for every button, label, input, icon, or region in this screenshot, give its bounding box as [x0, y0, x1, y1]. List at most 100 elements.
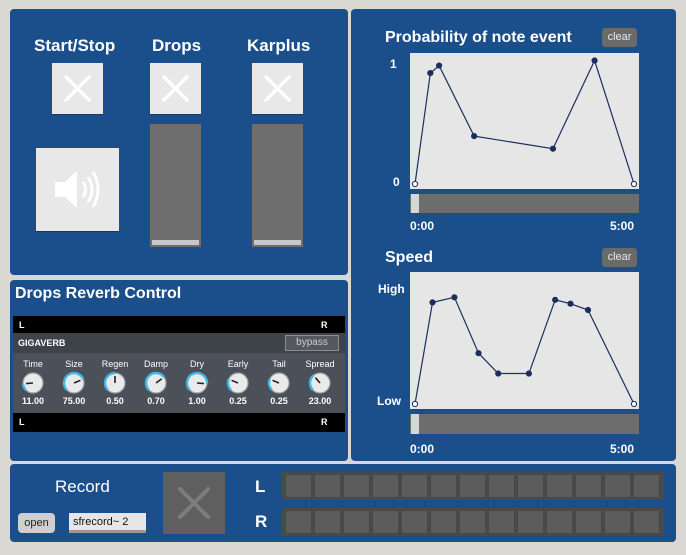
probability-breakpoint-editor[interactable]	[410, 53, 639, 189]
reverb-dial-knob[interactable]	[143, 370, 169, 396]
meter-segment	[459, 474, 486, 498]
meter-segment	[517, 474, 544, 498]
probability-x-end: 5:00	[610, 219, 635, 233]
breakpoint[interactable]	[552, 296, 559, 303]
dial-value: 0.25	[229, 396, 247, 406]
breakpoint[interactable]	[549, 145, 557, 152]
probability-y-bottom: 0	[393, 175, 400, 189]
meter-segment	[430, 510, 457, 534]
dial-value: 0.50	[106, 396, 124, 406]
reverb-dial-knob[interactable]	[225, 370, 251, 396]
meter-right-label: R	[255, 512, 268, 531]
breakpoint[interactable]	[411, 180, 419, 188]
dial-label: Regen	[101, 359, 129, 369]
reverb-dial-knob[interactable]	[20, 370, 46, 396]
speed-clear-button[interactable]: clear	[602, 248, 637, 267]
breakpoint[interactable]	[451, 294, 458, 301]
breakpoint[interactable]	[525, 370, 532, 377]
dial-value: 23.00	[308, 396, 332, 406]
dial-value: 75.00	[62, 396, 86, 406]
meter-segment	[372, 510, 399, 534]
breakpoint[interactable]	[427, 70, 434, 77]
speaker-icon	[55, 171, 100, 208]
probability-clear-button[interactable]: clear	[602, 28, 637, 47]
meter-segment	[488, 510, 515, 534]
meter-segment	[633, 510, 660, 534]
dial-label: Size	[65, 359, 83, 369]
drops-toggle[interactable]	[150, 63, 201, 114]
gigaverb-name: GIGAVERB	[18, 338, 66, 348]
speed-x-end: 5:00	[610, 442, 635, 456]
input-right-label: R	[321, 320, 328, 330]
reverb-dial-knob[interactable]	[266, 370, 292, 396]
breakpoint[interactable]	[435, 62, 443, 69]
breakpoint[interactable]	[429, 299, 436, 306]
breakpoint[interactable]	[411, 400, 419, 408]
timeline-knob[interactable]	[411, 414, 419, 434]
record-toggle[interactable]	[163, 472, 225, 534]
open-button[interactable]: open	[18, 513, 55, 533]
meter-segment	[604, 474, 631, 498]
meter-segment	[314, 510, 341, 534]
reverb-title: Drops Reverb Control	[15, 285, 182, 302]
reverb-dial-knob[interactable]	[307, 370, 333, 396]
start-stop-toggle[interactable]	[52, 63, 103, 114]
speed-timeline-scrubber[interactable]	[410, 414, 639, 434]
dial-label: Spread	[305, 359, 335, 369]
gigaverb-dials: Time 11.00 Size 75.00 Regen 0.50 Damp 0.70 Dry 1.…	[13, 353, 345, 413]
reverb-dial-knob[interactable]	[184, 370, 210, 396]
reverb-input-strip	[13, 316, 345, 333]
probability-curve	[411, 57, 638, 188]
speed-breakpoint-editor[interactable]	[410, 272, 639, 409]
timeline-knob[interactable]	[411, 194, 419, 213]
breakpoint[interactable]	[591, 57, 598, 64]
breakpoint[interactable]	[630, 400, 638, 408]
probability-timeline-scrubber[interactable]	[410, 194, 639, 213]
start-stop-label: Start/Stop	[34, 36, 116, 55]
left-level-meter	[282, 472, 664, 500]
meter-segment	[401, 474, 428, 498]
breakpoint[interactable]	[567, 300, 574, 307]
x-icon	[162, 75, 189, 102]
speed-curve	[411, 294, 638, 408]
probability-x-start: 0:00	[410, 219, 435, 233]
dial-label: Early	[227, 359, 249, 369]
breakpoint[interactable]	[475, 350, 482, 357]
dial-label: Time	[23, 359, 43, 369]
meter-segment	[343, 474, 370, 498]
breakpoint[interactable]	[471, 133, 478, 140]
reverb-dial-knob[interactable]	[102, 370, 128, 396]
drops-slider[interactable]	[150, 124, 201, 247]
slider-thumb[interactable]	[152, 240, 199, 245]
probability-y-top: 1	[390, 57, 397, 71]
karplus-toggle[interactable]	[252, 63, 303, 114]
meter-segment	[314, 474, 341, 498]
right-level-meter	[282, 508, 664, 536]
meter-segment	[604, 510, 631, 534]
meter-segment	[285, 474, 312, 498]
bypass-button[interactable]: bypass	[285, 335, 339, 351]
sfrecord-object[interactable]: sfrecord~ 2	[69, 513, 146, 533]
output-left-label: L	[19, 417, 25, 427]
speed-y-bottom: Low	[377, 394, 401, 408]
audio-on-button[interactable]	[36, 148, 119, 231]
karplus-label: Karplus	[247, 36, 311, 55]
curve-line	[414, 296, 635, 405]
dial-value: 11.00	[21, 396, 45, 406]
probability-title: Probability of note event	[385, 29, 572, 46]
reverb-dial-knob[interactable]	[61, 370, 87, 396]
breakpoint[interactable]	[630, 180, 638, 188]
meter-segment	[546, 510, 573, 534]
dial-label: Tail	[272, 359, 286, 369]
breakpoint[interactable]	[584, 306, 592, 314]
karplus-slider[interactable]	[252, 124, 303, 247]
speed-y-top: High	[378, 282, 405, 296]
slider-thumb[interactable]	[254, 240, 301, 245]
dial-label: Damp	[143, 359, 168, 369]
dial-label: Dry	[190, 359, 204, 369]
dial-value: 0.70	[147, 396, 165, 406]
input-left-label: L	[19, 320, 25, 330]
breakpoint[interactable]	[495, 370, 502, 377]
meter-left-label: L	[255, 477, 266, 496]
meter-segment	[401, 510, 428, 534]
